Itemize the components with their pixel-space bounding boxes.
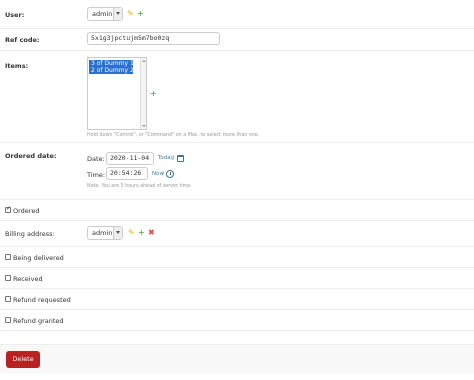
refund-requested-row: Refund requested xyxy=(0,289,474,310)
plus-icon[interactable]: + xyxy=(137,10,144,18)
refund-granted-checkbox[interactable] xyxy=(5,317,11,323)
billing-address-row: Billing address: admin ✎ + ✖ xyxy=(0,221,474,247)
ordered-row: Ordered xyxy=(0,200,474,221)
items-option-2[interactable]: 2 of Dummy 2 xyxy=(89,67,134,74)
billing-address-select-value: admin xyxy=(92,229,113,237)
pencil-icon[interactable]: ✎ xyxy=(128,229,135,237)
date-label: Date: xyxy=(87,155,105,163)
pencil-icon[interactable]: ✎ xyxy=(127,10,134,18)
ordered-date-label: Ordered date: xyxy=(5,152,57,160)
ref-code-row: Ref code: 5x1g3jpctujm5m7bo0zq xyxy=(0,29,474,51)
user-label: User: xyxy=(5,11,25,19)
user-select[interactable]: admin xyxy=(87,7,123,21)
billing-address-select[interactable]: admin xyxy=(87,226,123,240)
ordered-checkbox[interactable] xyxy=(5,205,11,213)
refund-requested-label: Refund requested xyxy=(13,296,71,304)
time-label: Time: xyxy=(87,171,106,179)
refund-requested-checkbox[interactable] xyxy=(5,296,11,302)
plus-icon[interactable]: + xyxy=(150,90,157,98)
received-row: Received xyxy=(0,268,474,289)
submit-row: Delete xyxy=(0,344,474,374)
items-multiselect[interactable]: 3 of Dummy 1 2 of Dummy 2 xyxy=(87,57,147,130)
being-delivered-checkbox[interactable] xyxy=(5,254,11,260)
user-row: User: admin ✎ + xyxy=(0,0,474,29)
items-row: Items: xyxy=(0,51,474,143)
ref-code-input[interactable]: 5x1g3jpctujm5m7bo0zq xyxy=(87,32,220,45)
time-input[interactable]: 20:54:26 xyxy=(106,167,148,180)
cross-icon[interactable]: ✖ xyxy=(148,229,155,237)
clock-icon[interactable] xyxy=(166,170,174,178)
items-option-1[interactable]: 3 of Dummy 1 xyxy=(89,60,134,67)
being-delivered-label: Being delivered xyxy=(13,254,64,262)
being-delivered-row: Being delivered xyxy=(0,247,474,268)
refund-granted-label: Refund granted xyxy=(13,317,64,325)
today-link[interactable]: Today xyxy=(158,155,174,161)
delete-button[interactable]: Delete xyxy=(6,351,40,368)
chevron-down-icon xyxy=(113,227,122,239)
date-input[interactable]: 2020-11-04 xyxy=(106,152,154,165)
scrollbar[interactable] xyxy=(140,58,146,129)
time-help-text: Note: You are 5 hours ahead of server ti… xyxy=(87,184,192,189)
received-label: Received xyxy=(13,275,43,283)
calendar-icon[interactable] xyxy=(177,155,184,162)
received-checkbox[interactable] xyxy=(5,275,11,281)
refund-granted-row: Refund granted xyxy=(0,310,474,331)
ordered-date-row: Ordered date: xyxy=(0,143,474,200)
today-separator: | xyxy=(173,155,175,161)
items-help-text: Hold down "Control", or "Command" on a M… xyxy=(87,133,260,138)
scroll-down-icon[interactable] xyxy=(142,125,146,127)
chevron-down-icon xyxy=(113,8,122,20)
ordered-label: Ordered xyxy=(13,207,40,215)
scroll-up-icon[interactable] xyxy=(142,60,146,62)
user-select-value: admin xyxy=(92,10,113,18)
now-separator: | xyxy=(162,171,164,177)
plus-icon[interactable]: + xyxy=(138,229,145,237)
billing-address-label: Billing address: xyxy=(5,230,55,238)
ref-code-label: Ref code: xyxy=(5,36,40,44)
items-label: Items: xyxy=(5,62,29,70)
